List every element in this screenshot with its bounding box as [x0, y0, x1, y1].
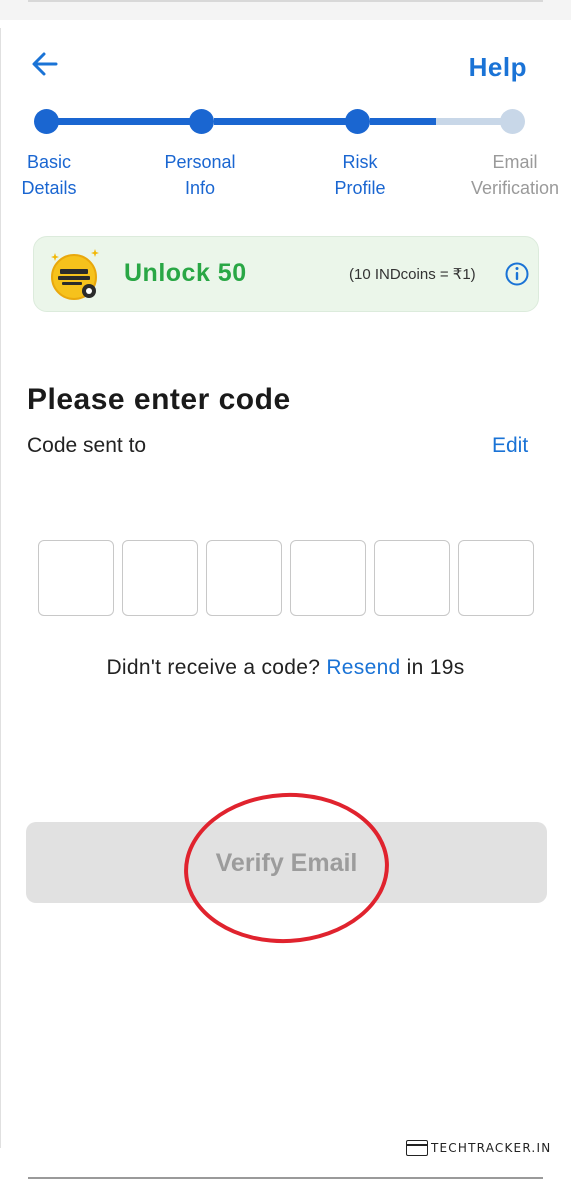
help-link[interactable]: Help: [469, 52, 527, 83]
bottom-divider: [28, 1177, 543, 1179]
status-bar-area: [0, 0, 571, 20]
resend-timer: in 19s: [400, 656, 465, 679]
watermark-logo-icon: [406, 1140, 428, 1156]
step-dot-email-verification: [500, 109, 525, 134]
otp-digit-5[interactable]: [374, 540, 450, 616]
coin-rate-text: (10 INDcoins = ₹1): [349, 266, 476, 283]
step-label-personal-info: Personal Info: [164, 152, 236, 198]
edit-email-link[interactable]: Edit: [492, 434, 528, 458]
resend-prefix: Didn't receive a code?: [106, 656, 327, 679]
info-icon[interactable]: [504, 261, 530, 287]
step-dot-basic-details: [34, 109, 59, 134]
watermark: TECHTRACKER.IN: [406, 1138, 551, 1158]
step-label-risk-profile: Risk Profile: [334, 152, 386, 198]
otp-digit-3[interactable]: [206, 540, 282, 616]
step-label-basic-details: Basic Details: [21, 152, 77, 198]
screen-edge: [0, 28, 1, 1148]
stepper-track-1: [58, 118, 192, 125]
step-dot-risk-profile: [345, 109, 370, 134]
otp-input-group: [38, 540, 536, 616]
verify-email-button[interactable]: Verify Email: [26, 822, 547, 903]
step-label-email-verification: Email Verification: [470, 152, 560, 198]
resend-prompt: Didn't receive a code? Resend in 19s: [0, 656, 571, 680]
stepper-track-3b: [436, 118, 502, 125]
arrow-left-icon: [32, 52, 58, 76]
promo-title: Unlock 50: [124, 259, 247, 287]
otp-digit-2[interactable]: [122, 540, 198, 616]
otp-digit-4[interactable]: [290, 540, 366, 616]
unlock-coins-banner[interactable]: Unlock 50 (10 INDcoins = ₹1): [33, 236, 539, 312]
step-dot-personal-info: [189, 109, 214, 134]
otp-digit-6[interactable]: [458, 540, 534, 616]
top-divider: [28, 0, 543, 2]
code-sent-label: Code sent to: [27, 434, 147, 457]
redacted-email: [166, 432, 456, 478]
back-button[interactable]: [28, 46, 64, 82]
stepper-track-2: [214, 118, 348, 125]
page-title: Please enter code: [27, 383, 291, 416]
good-investor-coin-icon: [48, 247, 100, 303]
stepper-track-3a: [370, 118, 436, 125]
otp-digit-1[interactable]: [38, 540, 114, 616]
resend-link[interactable]: Resend: [326, 656, 400, 679]
watermark-text: TECHTRACKER.IN: [431, 1141, 552, 1155]
